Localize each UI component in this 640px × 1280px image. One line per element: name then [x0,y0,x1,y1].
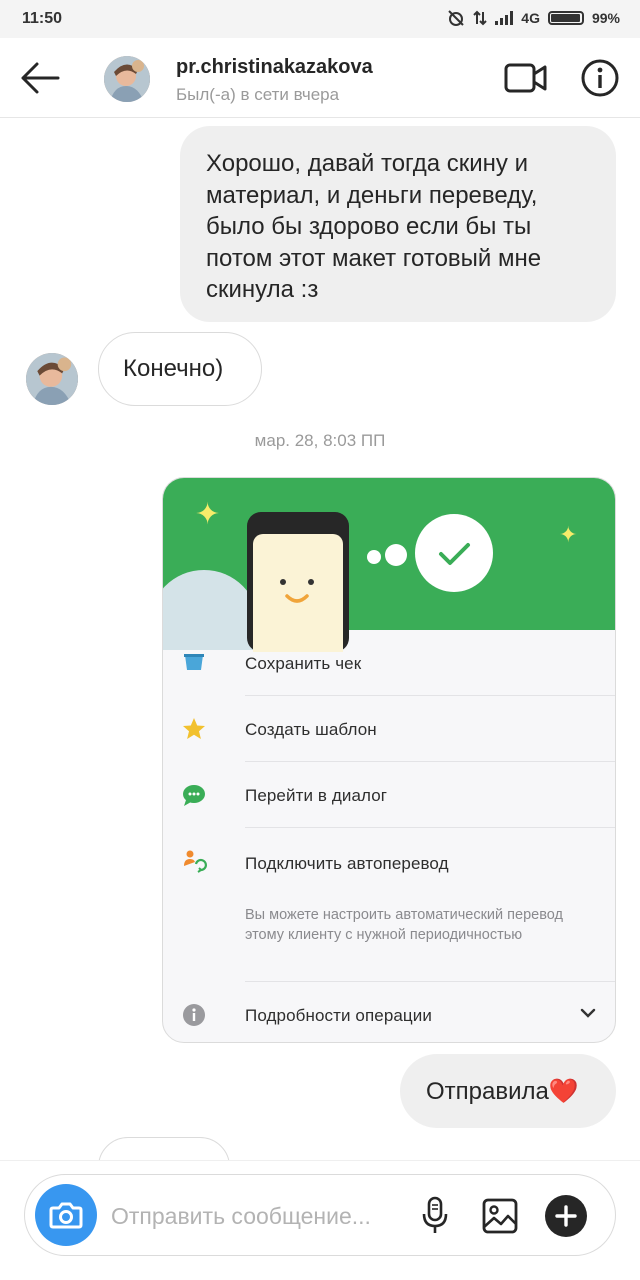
battery-icon [547,11,584,25]
avatar[interactable] [104,56,150,102]
info-icon [183,1004,205,1026]
menu-item-operation-details[interactable]: Подробности операции [183,982,615,1042]
chat-username[interactable]: pr.christinakazakova [176,56,373,79]
sender-avatar[interactable] [26,353,78,405]
checkmark-icon [415,514,493,592]
status-icons: 4G 99% [447,9,620,27]
chat-header: pr.christinakazakova Был(-а) в сети вчер… [0,38,640,118]
status-time: 11:50 [22,10,63,27]
menu-item-label: Создать шаблон [245,720,377,739]
message-input[interactable]: Отправить сообщение... [111,1203,411,1230]
back-arrow-icon[interactable] [18,56,62,100]
message-timestamp: мар. 28, 8:03 ПП [0,431,640,451]
camera-icon [49,1202,83,1229]
success-banner: ✦ ✦ [163,478,615,652]
signal-icon [495,11,514,25]
menu-item-label: Перейти в диалог [245,786,388,805]
shared-screenshot[interactable]: ✦ ✦ Сохранить чек Создать шаблон Перейти… [162,477,616,1043]
avatar-photo [26,353,78,405]
info-icon[interactable] [580,58,620,98]
operation-menu: Сохранить чек Создать шаблон Перейти в д… [163,630,615,1042]
autotransfer-icon [184,850,207,873]
menu-item-save-receipt[interactable]: Сохранить чек [184,630,615,696]
dot-decoration [385,544,407,566]
message-incoming[interactable]: Конечно) [98,332,262,406]
sparkle-icon: ✦ [195,498,221,531]
dot-decoration [367,550,381,564]
message-composer: Отправить сообщение... [24,1174,616,1256]
message-outgoing[interactable]: Отправила❤️ [400,1054,616,1128]
sparkle-icon: ✦ [559,522,578,547]
menu-item-label: Сохранить чек [245,654,362,673]
data-transfer-icon [473,10,487,26]
gallery-icon[interactable] [481,1197,519,1235]
silent-alarm-icon [448,10,464,26]
microphone-icon[interactable] [419,1195,451,1235]
chat-user-status: Был(-а) в сети вчера [176,85,340,104]
battery-level: 99% [591,10,620,26]
network-type: 4G [521,10,540,26]
receipt-icon [184,654,204,670]
menu-item-open-dialog[interactable]: Перейти в диалог [183,762,615,828]
chat-icon [183,785,205,806]
add-button[interactable] [545,1195,587,1237]
chevron-down-icon[interactable] [579,1004,597,1022]
message-outgoing[interactable]: Хорошо, давай тогда скину и материал, и … [180,126,616,322]
status-bar: 11:50 4G 99% [0,0,640,38]
timestamp-text: мар. 28, 8:03 ПП [254,431,386,450]
camera-button[interactable] [35,1184,97,1246]
video-call-icon[interactable] [504,60,548,96]
menu-item-label: Подключить автоперевод [245,854,449,873]
avatar-photo [104,56,150,102]
menu-item-autotransfer[interactable]: Подключить автоперевод Вы можете настрои… [184,828,615,982]
plus-icon [555,1205,577,1227]
menu-item-label: Подробности операции [245,1006,432,1025]
menu-item-create-template[interactable]: Создать шаблон [183,696,615,762]
menu-item-description: Вы можете настроить автоматический перев… [245,907,563,943]
star-icon [183,718,205,739]
